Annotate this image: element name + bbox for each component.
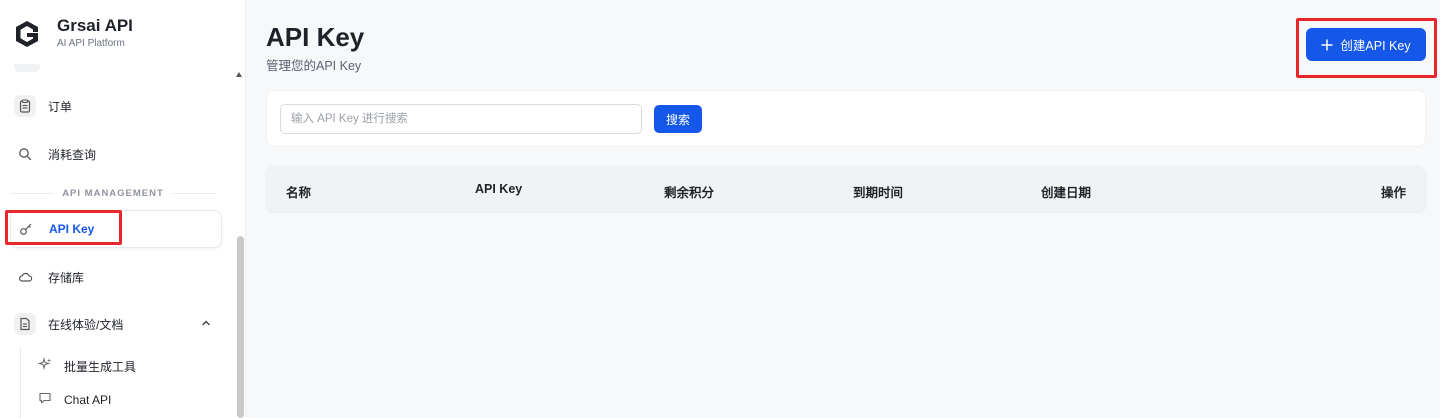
brand[interactable]: Grsai API AI API Platform — [12, 16, 133, 51]
brand-title: Grsai API — [57, 16, 133, 35]
search-button[interactable]: 搜索 — [654, 105, 702, 133]
column-header-expiry-time: 到期时间 — [853, 186, 904, 200]
chevron-up-icon[interactable] — [200, 317, 212, 329]
sidebar-subitem-chat-api[interactable]: Chat API — [38, 389, 111, 411]
search-card: 搜索 — [266, 90, 1426, 147]
document-icon — [14, 313, 36, 335]
sidebar-subitem-label: 批量生成工具 — [64, 359, 137, 374]
nav-item-partial — [14, 64, 40, 72]
scroll-up-arrow-icon[interactable] — [236, 72, 242, 77]
section-title: API MANAGEMENT — [10, 188, 216, 199]
column-header-remaining-credits: 剩余积分 — [664, 186, 715, 200]
sidebar-subitem-batch-tool[interactable]: 批量生成工具 — [37, 355, 137, 377]
sidebar-item-label: 存储库 — [48, 270, 85, 285]
sidebar-item-label: 订单 — [48, 99, 73, 114]
sidebar-subitem-label: Chat API — [64, 393, 112, 407]
sidebar-item-api-key[interactable]: API Key — [10, 210, 222, 248]
column-header-actions: 操作 — [1380, 186, 1406, 200]
column-header-created-date: 创建日期 — [1041, 186, 1092, 200]
cloud-icon — [14, 266, 36, 288]
clipboard-icon — [14, 95, 36, 117]
table-header: 名称 API Key 剩余积分 到期时间 创建日期 操作 — [266, 166, 1426, 212]
sidebar-item-storage[interactable]: 存储库 — [10, 258, 222, 296]
brand-subtitle: AI API Platform — [57, 38, 125, 49]
sidebar-item-label: 在线体验/文档 — [48, 317, 124, 332]
page-title: API Key — [266, 22, 365, 52]
sidebar-item-label: API Key — [49, 222, 95, 236]
grsai-logo-icon — [16, 20, 38, 47]
sparkle-icon — [37, 356, 52, 376]
search-input[interactable] — [280, 104, 642, 134]
plus-icon — [1321, 39, 1333, 51]
page-subtitle: 管理您的API Key — [266, 59, 362, 73]
search-icon — [14, 143, 36, 165]
create-api-key-label: 创建API Key — [1340, 39, 1411, 53]
sidebar-item-orders[interactable]: 订单 — [10, 87, 222, 125]
key-icon — [15, 218, 37, 240]
create-api-key-button[interactable]: 创建API Key — [1306, 28, 1426, 61]
sidebar-item-label: 消耗查询 — [48, 147, 97, 162]
column-header-api-key: API Key — [475, 182, 523, 196]
column-header-name: 名称 — [286, 186, 312, 200]
sidebar-item-docs[interactable]: 在线体验/文档 — [10, 305, 222, 343]
sidebar-scrollbar[interactable] — [237, 236, 244, 418]
submenu-rail — [20, 348, 21, 418]
sidebar: Grsai API AI API Platform 订单 消耗查询 API MA… — [0, 0, 246, 418]
section-title-text: API MANAGEMENT — [54, 188, 172, 199]
sidebar-item-usage[interactable]: 消耗查询 — [10, 135, 222, 173]
chat-icon — [38, 391, 52, 410]
